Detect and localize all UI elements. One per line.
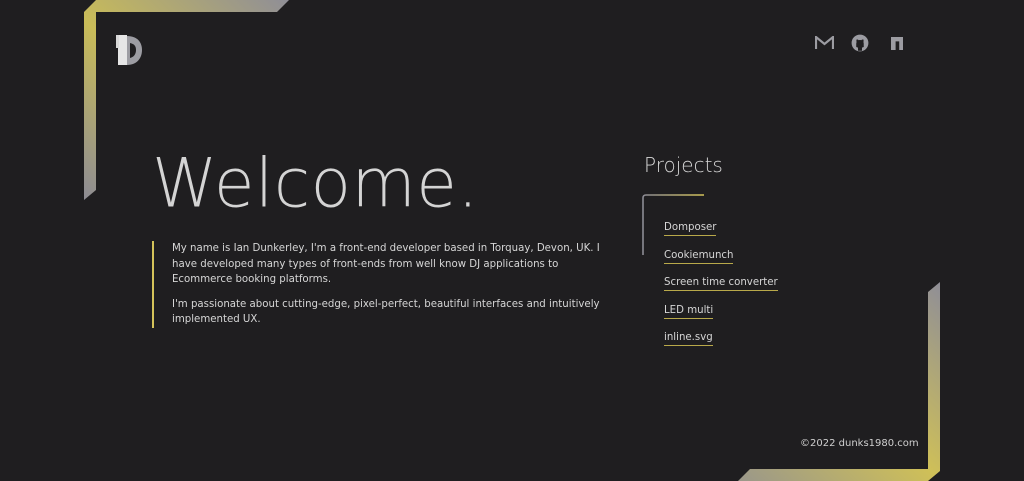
footer-copyright: ©2022 dunks1980.com	[800, 438, 919, 449]
intro-paragraph: I'm passionate about cutting-edge, pixel…	[172, 298, 600, 326]
list-item: inline.svg	[664, 325, 778, 346]
projects-heading: Projects	[644, 153, 723, 177]
project-link-cookiemunch[interactable]: Cookiemunch	[664, 249, 734, 264]
intro-text: My name is Ian Dunkerley, I'm a front-en…	[152, 241, 602, 328]
gmail-icon[interactable]	[814, 33, 834, 53]
project-link-inline-svg[interactable]: inline.svg	[664, 332, 713, 346]
projects-list: Domposer Cookiemunch Screen time convert…	[664, 215, 778, 353]
list-item: Cookiemunch	[664, 243, 778, 264]
project-link-domposer[interactable]: Domposer	[664, 222, 717, 236]
list-item: Domposer	[664, 215, 778, 236]
intro-paragraph: My name is Ian Dunkerley, I'm a front-en…	[172, 243, 600, 286]
list-item: LED multi	[664, 298, 778, 319]
monogram-logo-icon[interactable]	[114, 32, 144, 68]
welcome-heading: Welcome.	[152, 143, 479, 224]
project-link-screen-time-converter[interactable]: Screen time converter	[664, 277, 778, 291]
linkedin-icon[interactable]	[887, 33, 907, 53]
list-item: Screen time converter	[664, 270, 778, 291]
project-link-led-multi[interactable]: LED multi	[664, 304, 714, 319]
github-icon[interactable]	[850, 33, 870, 53]
